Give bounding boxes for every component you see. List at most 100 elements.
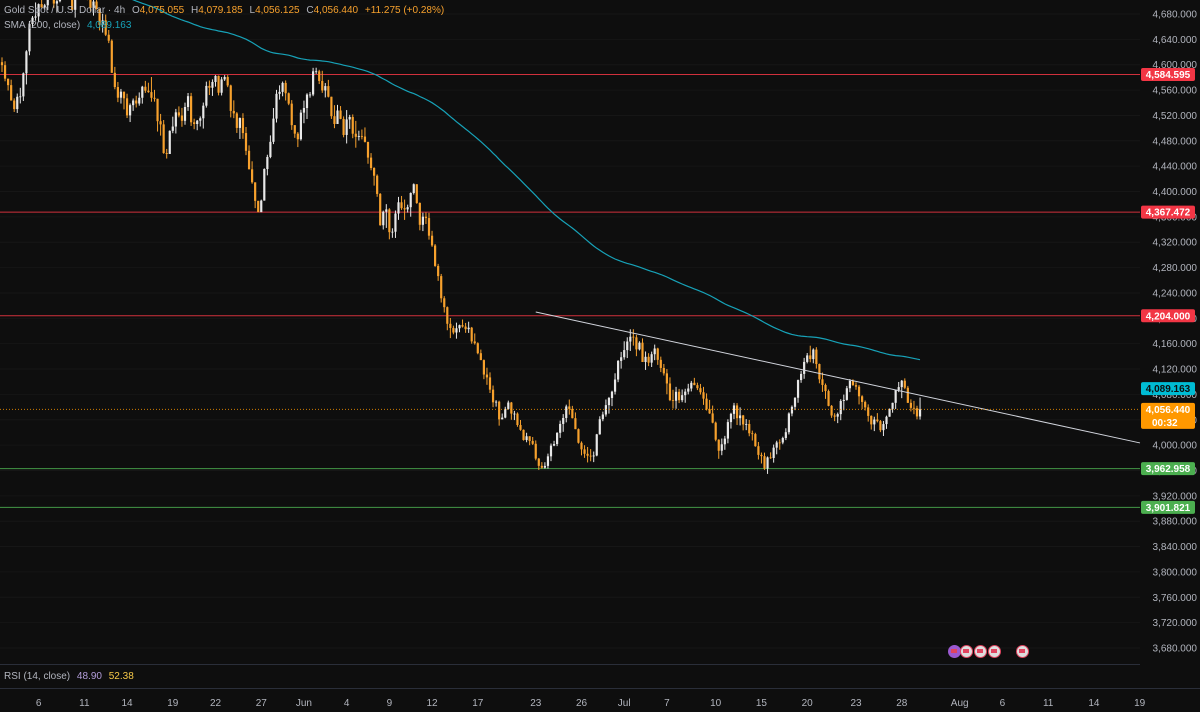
candle-body xyxy=(915,408,919,417)
candle-body xyxy=(263,169,266,201)
open-value: O4,075.055 xyxy=(131,5,185,16)
candle-body xyxy=(708,409,711,414)
candle-body xyxy=(223,77,226,80)
candle-body xyxy=(903,380,906,388)
candle-body xyxy=(360,135,363,137)
candle-body xyxy=(540,465,543,468)
candle-body xyxy=(217,75,220,93)
candle-body xyxy=(906,387,909,403)
candle-body xyxy=(613,379,617,392)
candle-body xyxy=(312,71,315,95)
candle-body xyxy=(729,413,733,423)
candle-body xyxy=(574,418,577,430)
candle-body xyxy=(351,117,354,134)
time-tick-label: 11 xyxy=(79,698,90,709)
us-flag-event-icon[interactable] xyxy=(1016,645,1029,658)
candle-body xyxy=(220,79,223,93)
candle-body xyxy=(461,325,464,327)
candle-body xyxy=(796,380,800,398)
candle-body xyxy=(851,380,855,386)
candle-body xyxy=(705,398,708,410)
candle-body xyxy=(556,432,559,445)
candle-body xyxy=(681,395,684,401)
time-tick-label: 11 xyxy=(1043,698,1054,709)
candle-body xyxy=(824,384,827,392)
candle-body xyxy=(125,98,129,116)
candle-body xyxy=(864,401,867,408)
us-flag-event-icon[interactable] xyxy=(974,645,987,658)
candle-body xyxy=(601,414,604,420)
candle-body xyxy=(830,405,833,416)
candle-body xyxy=(742,415,745,425)
candle-body xyxy=(287,93,290,104)
candle-body xyxy=(617,360,620,380)
us-flag-event-icon[interactable] xyxy=(960,645,973,658)
time-tick-label: 20 xyxy=(802,698,814,709)
candle-body xyxy=(58,0,62,2)
symbol-legend[interactable]: Gold Spot / U.S. Dollar · 4h O4,075.055 … xyxy=(4,5,448,16)
symbol-title[interactable]: Gold Spot / U.S. Dollar · 4h xyxy=(4,5,125,16)
candle-body xyxy=(232,110,235,114)
candle-body xyxy=(912,407,916,409)
candle-body xyxy=(153,97,156,99)
rsi-legend[interactable]: RSI (14, close) 48.90 52.38 xyxy=(4,671,134,682)
candle-body xyxy=(888,408,891,417)
price-tick-label: 4,240.000 xyxy=(1153,288,1198,299)
price-chart[interactable]: 4,680.0004,640.0004,600.0004,560.0004,52… xyxy=(0,0,1200,712)
candle-body xyxy=(388,209,391,233)
candle-body xyxy=(229,85,232,111)
candle-body xyxy=(284,82,287,94)
sma-legend[interactable]: SMA (200, close) 4,089.163 xyxy=(4,20,135,31)
candle-body xyxy=(430,235,434,246)
sma-label[interactable]: SMA (200, close) xyxy=(4,20,80,31)
time-tick-label: 10 xyxy=(710,698,722,709)
candle-body xyxy=(193,122,196,124)
price-tick-label: 4,120.000 xyxy=(1153,365,1198,376)
candle-body xyxy=(299,112,302,140)
time-tick-label: 19 xyxy=(1134,698,1146,709)
candle-body xyxy=(366,141,370,158)
candle-body xyxy=(507,402,510,409)
level-price-label: 3,901.821 xyxy=(1146,503,1191,514)
price-tick-label: 4,680.000 xyxy=(1153,10,1198,21)
candle-body xyxy=(598,419,601,435)
candle-body xyxy=(449,323,452,328)
us-flag-event-icon[interactable] xyxy=(988,645,1001,658)
candle-body xyxy=(327,86,330,97)
candle-body xyxy=(720,444,723,451)
rsi-label[interactable]: RSI (14, close) xyxy=(4,671,70,682)
price-tick-label: 4,000.000 xyxy=(1153,441,1198,452)
candle-body xyxy=(674,391,678,401)
candle-body xyxy=(174,112,177,127)
candle-body xyxy=(278,91,281,94)
candle-body xyxy=(839,400,842,415)
candle-body xyxy=(818,364,821,380)
candle-body xyxy=(406,207,409,210)
candle-body xyxy=(290,103,293,126)
candle-body xyxy=(409,192,412,208)
price-tick-label: 4,520.000 xyxy=(1153,111,1198,122)
candle-body xyxy=(589,455,592,457)
candle-body xyxy=(336,110,339,124)
rsi-value-2: 52.38 xyxy=(108,671,134,682)
candle-body xyxy=(208,85,211,88)
candle-body xyxy=(812,349,815,360)
candle-body xyxy=(427,218,431,236)
candle-body xyxy=(809,355,812,360)
candle-body xyxy=(848,380,851,389)
candle-body xyxy=(437,265,440,277)
candle-body xyxy=(918,409,922,417)
candle-body xyxy=(141,86,144,98)
price-tick-label: 4,280.000 xyxy=(1153,263,1198,274)
candle-body xyxy=(202,105,205,119)
candle-body xyxy=(784,432,787,439)
candle-body xyxy=(244,133,248,151)
candle-body xyxy=(162,124,165,154)
candle-body xyxy=(308,94,312,96)
candle-body xyxy=(552,444,556,446)
candle-body xyxy=(510,402,513,414)
candle-body xyxy=(665,373,668,384)
candle-body xyxy=(586,453,589,456)
candle-body xyxy=(806,355,809,362)
candle-body xyxy=(16,96,19,110)
